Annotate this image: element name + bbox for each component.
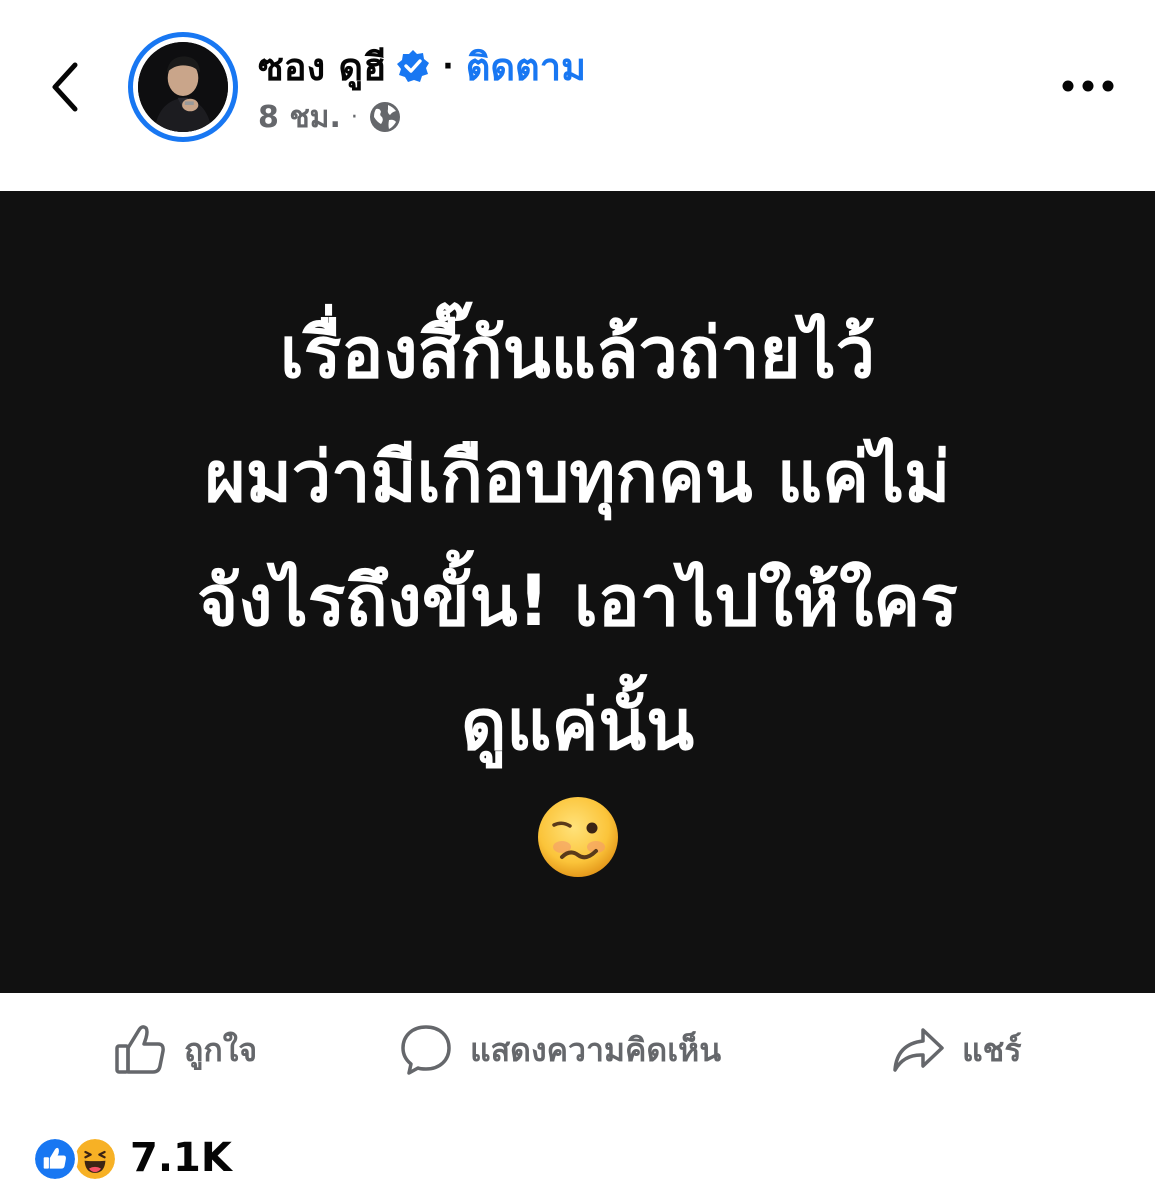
haha-reaction-icon	[72, 1136, 118, 1182]
profile-photo-icon	[138, 42, 228, 132]
action-bar: ถูกใจ แสดงความคิดเห็น แชร์	[0, 1010, 1155, 1090]
woozy-face-icon	[537, 797, 618, 877]
like-reaction-icon	[32, 1136, 78, 1182]
chevron-left-icon	[52, 62, 78, 112]
post-text: เรื่องสี๊กันแล้วถ่ายไว้ ผมว่ามีเกือบทุกค…	[98, 291, 1058, 787]
post-line: เรื่องสี๊กันแล้วถ่ายไว้	[279, 312, 876, 394]
reaction-icons	[32, 1134, 122, 1182]
reactions-summary[interactable]: 7.1K	[32, 1130, 232, 1186]
post-image[interactable]: เรื่องสี๊กันแล้วถ่ายไว้ ผมว่ามีเกือบทุกค…	[0, 191, 1155, 993]
post-line: จังไรถึงขั้น! เอาไปให้ใคร	[197, 560, 958, 642]
separator-dot: ·	[442, 48, 454, 84]
meta-separator: ·	[350, 104, 358, 130]
avatar-image	[138, 42, 228, 132]
share-button[interactable]: แชร์	[890, 1018, 1022, 1082]
post-line: ดูแค่นั้น	[460, 684, 695, 766]
post-view: ซอง ดูฮี · ติดตาม 8 ชม. · เรื่องสี๊กันแล…	[0, 0, 1155, 1200]
more-dots-icon	[1062, 80, 1114, 92]
share-arrow-icon	[893, 1028, 944, 1072]
comment-button[interactable]: แสดงความคิดเห็น	[398, 1018, 721, 1082]
post-header: ซอง ดูฮี · ติดตาม 8 ชม. ·	[0, 0, 1155, 190]
author-row: ซอง ดูฮี · ติดตาม	[258, 40, 586, 92]
back-button[interactable]	[36, 55, 92, 119]
post-time[interactable]: 8 ชม.	[258, 94, 341, 141]
reaction-count: 7.1K	[130, 1135, 232, 1181]
thumbs-up-icon	[115, 1025, 165, 1074]
more-options-button[interactable]	[1056, 66, 1120, 106]
post-meta: 8 ชม. ·	[258, 96, 402, 138]
comment-label: แสดงความคิดเห็น	[470, 1030, 722, 1069]
post-line: ผมว่ามีเกือบทุกคน แค่ไม่	[204, 436, 951, 518]
comment-bubble-icon	[401, 1025, 451, 1075]
avatar[interactable]	[128, 32, 238, 142]
share-label: แชร์	[962, 1030, 1022, 1069]
author-name[interactable]: ซอง ดูฮี	[258, 36, 386, 97]
verified-badge-icon	[397, 50, 430, 82]
globe-icon	[369, 102, 400, 132]
like-button[interactable]: ถูกใจ	[112, 1018, 257, 1082]
follow-button[interactable]: ติดตาม	[466, 36, 586, 97]
like-label: ถูกใจ	[184, 1030, 258, 1069]
